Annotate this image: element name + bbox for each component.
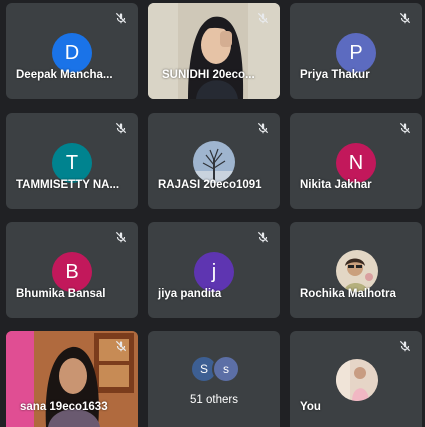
others-count: 51 others [190,394,238,406]
mic-off-icon [114,11,128,25]
avatar: T [52,143,92,183]
mic-off-icon [114,230,128,244]
profile-photo [193,141,235,183]
participant-tile-rochika[interactable]: Rochika Malhotra [290,222,422,318]
avatar: B [52,252,92,292]
participant-tile-sana[interactable]: sana 19eco1633 [6,331,138,427]
participant-tile-nikita[interactable]: N Nikita Jakhar [290,113,422,209]
mic-off-icon [256,11,270,25]
others-tile[interactable]: S s 51 others [148,331,280,427]
avatar: s [212,355,240,383]
mic-off-icon [256,230,270,244]
participant-name: Nikita Jakhar [300,179,372,191]
participant-name: RAJASI 20eco1091 [158,179,262,191]
participant-tile-deepak[interactable]: D Deepak Mancha... [6,3,138,99]
avatar: P [336,33,376,73]
profile-photo [336,250,378,292]
participant-name: jiya pandita [158,288,222,300]
participant-name: sana 19eco1633 [20,401,108,413]
participant-name: Rochika Malhotra [300,288,396,300]
avatar: j [194,252,234,292]
participant-tile-jiya[interactable]: j jiya pandita [148,222,280,318]
participant-name: Deepak Mancha... [16,69,113,81]
participant-tile-tammisetty[interactable]: T TAMMISETTY NA... [6,113,138,209]
participant-name: SUNIDHI 20eco... [162,69,255,81]
avatar: D [52,33,92,73]
participant-name: Priya Thakur [300,69,370,81]
mic-off-icon [398,11,412,25]
mic-off-icon [114,121,128,135]
mic-off-icon [398,339,412,353]
participant-tile-bhumika[interactable]: B Bhumika Bansal [6,222,138,318]
participant-name: Bhumika Bansal [16,288,106,300]
avatar: N [336,143,376,183]
mic-off-icon [256,121,270,135]
participant-tile-rajasi[interactable]: RAJASI 20eco1091 [148,113,280,209]
participant-name: TAMMISETTY NA... [16,179,120,191]
participant-name: You [300,401,321,413]
self-tile[interactable]: You [290,331,422,427]
participant-tile-priya[interactable]: P Priya Thakur [290,3,422,99]
mic-off-icon [114,339,128,353]
mic-off-icon [398,121,412,135]
participant-tile-sunidhi[interactable]: SUNIDHI 20eco... [148,3,280,99]
profile-photo [336,359,378,401]
